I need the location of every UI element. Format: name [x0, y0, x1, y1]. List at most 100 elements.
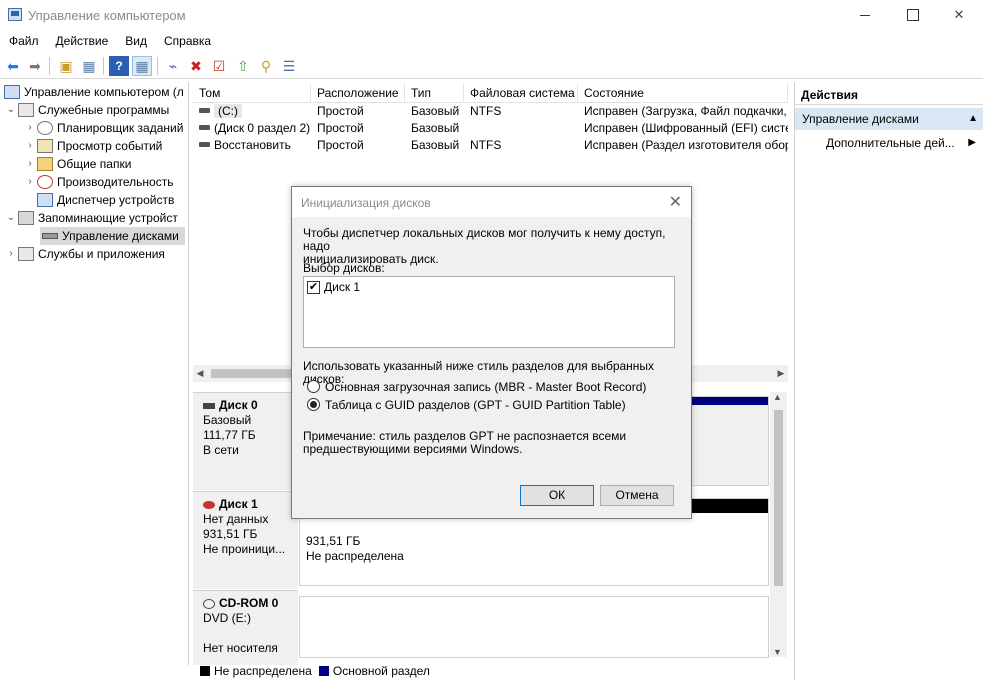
navigation-tree: Управление компьютером (л ⌄ Служебные про…	[0, 82, 189, 665]
volume-cell: Восстановить	[193, 137, 311, 154]
storage-icon	[18, 211, 34, 225]
disk-1-size: 931,51 ГБ	[203, 527, 258, 541]
volume-row[interactable]: Восстановить Простой Базовый NTFS Исправен (…	[193, 137, 788, 154]
back-icon[interactable]: ⬅	[3, 56, 23, 76]
disk-1-type: Нет данных	[203, 512, 269, 526]
performance-icon	[37, 175, 53, 189]
tree-item[interactable]: Диспетчер устройств	[23, 191, 174, 209]
actions-section-disk-management[interactable]: Управление дисками ▲	[795, 108, 983, 130]
column-header-layout[interactable]: Расположение	[311, 84, 405, 103]
mbr-radio[interactable]	[307, 380, 320, 393]
actions-section-label: Управление дисками	[802, 112, 919, 126]
show-hide-tree-icon[interactable]: ▦	[79, 56, 99, 76]
cdrom-icon	[203, 598, 215, 609]
more-actions-item[interactable]: Дополнительные дей... ▶	[795, 133, 983, 153]
collapsed-arrow-icon[interactable]: ›	[23, 155, 37, 173]
tree-item[interactable]: › Службы и приложения	[4, 245, 165, 263]
minimize-button[interactable]	[842, 0, 888, 30]
collapsed-arrow-icon[interactable]: ›	[23, 119, 37, 137]
up-folder-icon[interactable]: ▣	[56, 56, 76, 76]
tree-item[interactable]: Управление дисками	[40, 227, 185, 245]
collapsed-arrow-icon[interactable]: ›	[4, 245, 18, 263]
legend-primary-label: Основной раздел	[332, 664, 430, 678]
tree-item[interactable]: › Планировщик заданий	[23, 119, 183, 137]
volume-cell: NTFS	[470, 104, 502, 118]
disk-map-vertical-scrollbar[interactable]: ▲ ▼	[770, 392, 787, 657]
gpt-radio-label: Таблица с GUID разделов (GPT - GUID Part…	[325, 398, 626, 412]
disk-0-status: В сети	[203, 443, 239, 457]
expanded-arrow-icon[interactable]: ⌄	[4, 101, 18, 119]
volume-list-header: Том Расположение Тип Файловая система Со…	[193, 84, 788, 103]
properties-icon[interactable]: ☑	[209, 56, 229, 76]
mbr-option[interactable]: Основная загрузочная запись (MBR - Maste…	[307, 379, 667, 395]
legend-primary-swatch	[318, 666, 329, 676]
gpt-radio[interactable]	[307, 398, 320, 411]
delete-icon[interactable]: ✖	[186, 56, 206, 76]
shared-folder-icon	[37, 157, 53, 171]
column-header-volume[interactable]: Том	[193, 84, 311, 103]
collapsed-arrow-icon[interactable]: ›	[23, 137, 37, 155]
actions-header: Действия	[795, 85, 983, 105]
column-header-type[interactable]: Тип	[405, 84, 464, 103]
settings-list-icon[interactable]: ☰	[279, 56, 299, 76]
show-hide-action-pane-icon[interactable]: ▦	[132, 56, 152, 76]
cdrom-0-area[interactable]	[299, 596, 769, 658]
volume-name: Восстановить	[214, 138, 291, 152]
menu-bar: Файл Действие Вид Справка	[0, 30, 983, 52]
connect-drive-icon[interactable]: ⌁	[163, 56, 183, 76]
collapsed-arrow-icon[interactable]: ›	[23, 173, 37, 191]
volume-name: (Диск 0 раздел 2)	[214, 121, 311, 135]
volume-cell: Исправен (Загрузка, Файл подкачки,	[584, 104, 787, 118]
gpt-option[interactable]: Таблица с GUID разделов (GPT - GUID Part…	[307, 397, 667, 413]
maximize-button[interactable]	[889, 0, 935, 30]
volume-drive-icon	[199, 108, 210, 114]
cdrom-0-info[interactable]: CD-ROM 0 DVD (E:) Нет носителя	[193, 590, 298, 665]
tree-item[interactable]: ⌄ Служебные программы	[4, 101, 169, 119]
dialog-close-icon[interactable]: ✕	[669, 192, 682, 212]
disk-0-info[interactable]: Диск 0 Базовый 111,77 ГБ В сети	[193, 392, 298, 490]
select-disks-label: Выбор дисков:	[303, 261, 385, 275]
collapse-up-icon[interactable]: ▲	[968, 108, 978, 130]
tree-root[interactable]: Управление компьютером (л	[4, 83, 184, 101]
dialog-title-bar: Инициализация дисков ✕	[292, 187, 691, 217]
menu-file[interactable]: Файл	[0, 30, 47, 52]
tree-item[interactable]: › Общие папки	[23, 155, 131, 173]
cdrom-0-type: DVD (E:)	[203, 611, 251, 625]
disk-1-checkbox[interactable]: ✔	[307, 281, 320, 294]
tree-item[interactable]: › Производительность	[23, 173, 173, 191]
disk-1-info[interactable]: Диск 1 Нет данных 931,51 ГБ Не проиници.…	[193, 491, 298, 589]
tree-item[interactable]: › Просмотр событий	[23, 137, 162, 155]
volume-row[interactable]: (C:) Простой Базовый NTFS Исправен (Загрузка…	[193, 103, 788, 120]
volume-cell: Исправен (Раздел изготовителя обор	[584, 138, 788, 152]
disk-management-icon	[42, 233, 58, 239]
tree-item-label: Производительность	[57, 175, 174, 189]
disk-0-type: Базовый	[203, 413, 252, 427]
volume-cell: Исправен (Шифрованный (EFI) систе	[584, 121, 788, 135]
close-button[interactable]: ✕	[936, 0, 982, 30]
column-header-filesystem[interactable]: Файловая система	[464, 84, 578, 103]
more-actions-label: Дополнительные дей...	[826, 136, 955, 150]
expanded-arrow-icon[interactable]: ⌄	[4, 209, 18, 227]
help-icon[interactable]: ?	[109, 56, 129, 76]
tree-item[interactable]: ⌄ Запоминающие устройст	[4, 209, 178, 227]
tree-item-label: Просмотр событий	[57, 139, 163, 153]
cancel-button[interactable]: Отмена	[600, 485, 674, 506]
search-icon[interactable]: ⚲	[256, 56, 276, 76]
dialog-title: Инициализация дисков	[301, 196, 431, 210]
window-title: Управление компьютером	[28, 8, 186, 23]
tree-root-label: Управление компьютером (л	[24, 85, 184, 99]
rescan-icon[interactable]: ⇧	[233, 56, 253, 76]
menu-view[interactable]: Вид	[116, 30, 155, 52]
volume-name: (C:)	[214, 104, 242, 118]
menu-action[interactable]: Действие	[47, 30, 117, 52]
volume-row[interactable]: (Диск 0 раздел 2) Простой Базовый Исправен …	[193, 120, 788, 137]
volume-cell: Базовый	[411, 104, 460, 118]
disk-1-checkbox-item[interactable]: ✔ Диск 1	[304, 277, 674, 297]
column-header-status[interactable]: Состояние	[578, 84, 788, 103]
initialize-disk-dialog: Инициализация дисков ✕ Чтобы диспетчер л…	[291, 186, 692, 519]
forward-icon[interactable]: ➡	[25, 56, 45, 76]
computer-management-icon	[8, 8, 22, 21]
menu-help[interactable]: Справка	[155, 30, 219, 52]
volume-cell: (Диск 0 раздел 2)	[193, 120, 311, 137]
ok-button[interactable]: ОК	[520, 485, 594, 506]
